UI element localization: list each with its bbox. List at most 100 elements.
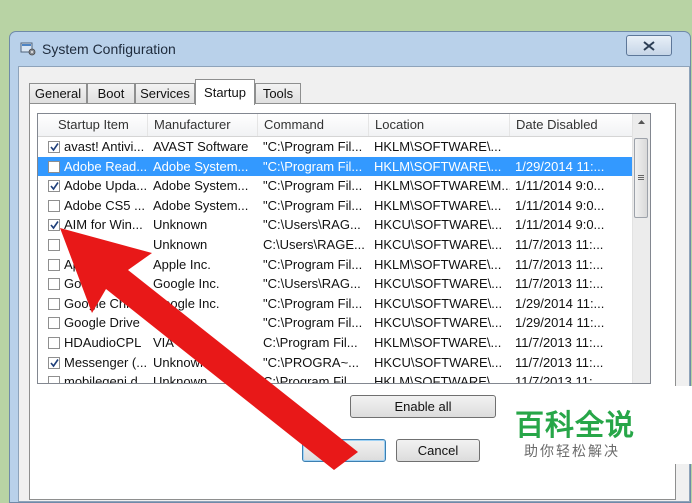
scrollbar-thumb[interactable] xyxy=(634,138,648,218)
startup-item-checkbox[interactable] xyxy=(48,160,60,173)
tab-general[interactable]: General xyxy=(29,83,87,103)
cell-command: "C:\Program Fil... xyxy=(263,315,363,331)
window-title: System Configuration xyxy=(42,41,176,57)
title-bar[interactable]: System Configuration xyxy=(10,32,690,66)
column-header-date-disabled[interactable]: Date Disabled xyxy=(510,114,633,136)
column-header-manufacturer[interactable]: Manufacturer xyxy=(148,114,258,136)
startup-item-checkbox[interactable] xyxy=(48,199,60,212)
cell-location: HKCU\SOFTWARE\... xyxy=(374,315,503,331)
table-row[interactable]: mobilegeni.d... Unknown C:\Program Fil... H… xyxy=(38,372,633,384)
cell-command: C:\Program Fil... xyxy=(263,335,358,350)
cell-command: "C:\Program Fil... xyxy=(263,178,363,194)
startup-item-checkbox[interactable] xyxy=(48,258,60,271)
cell-manufacturer: Unknown xyxy=(153,374,208,384)
cell-manufacturer: Google Inc. xyxy=(153,295,220,311)
cell-manufacturer: Google Inc. xyxy=(153,276,220,292)
tab-tools[interactable]: Tools xyxy=(255,83,301,103)
watermark-logo: 百科全说 助你轻松解决 xyxy=(497,386,692,464)
column-header-location[interactable]: Location xyxy=(369,114,510,136)
table-row[interactable]: Messenger (... Unknown "C:\PROGRA~... HKCU\… xyxy=(38,353,633,373)
checkmark-icon xyxy=(50,143,59,152)
table-row[interactable]: Adobe CS5 ... Adobe System... "C:\Program … xyxy=(38,196,633,216)
startup-item-checkbox[interactable] xyxy=(48,239,60,251)
cell-command: C:\Users\RAGE... xyxy=(263,237,365,252)
watermark-title: 百科全说 xyxy=(515,410,636,442)
column-header-startup-item[interactable]: Startup Item xyxy=(38,114,148,136)
cell-manufacturer: Unknown xyxy=(153,354,208,370)
table-row[interactable]: Adobe Read... Adobe System... "C:\Program … xyxy=(38,156,633,177)
cell-command: "C:\Users\RAG... xyxy=(263,217,361,233)
close-button[interactable] xyxy=(626,35,672,56)
cell-location: HKCU\SOFTWARE\... xyxy=(374,217,503,233)
startup-item-checkbox[interactable] xyxy=(48,337,60,349)
cell-manufacturer: Adobe System... xyxy=(153,178,249,194)
startup-item-checkbox[interactable] xyxy=(48,297,60,310)
cell-date: 11/7/2013 11:... xyxy=(515,256,604,272)
cell-date: 11/7/2013 11:... xyxy=(515,276,604,292)
cell-command: C:\Program Fil... xyxy=(263,374,358,384)
cell-location: HKLM\SOFTWARE\... xyxy=(374,335,502,350)
startup-item-checkbox[interactable] xyxy=(48,180,60,193)
cell-manufacturer: Apple Inc. xyxy=(153,256,211,272)
table-row[interactable]: Unknown C:\Users\RAGE... HKCU\SOFTWARE\...… xyxy=(38,235,633,255)
table-row[interactable]: avast! Antivi... AVAST Software "C:\Progra… xyxy=(38,137,633,157)
checkmark-icon xyxy=(50,358,59,367)
checkmark-icon xyxy=(50,221,59,230)
startup-item-checkbox[interactable] xyxy=(48,219,60,232)
cell-location: HKLM\SOFTWARE\... xyxy=(374,158,502,174)
startup-item-checkbox[interactable] xyxy=(48,141,60,153)
cell-command: "C:\Program Fil... xyxy=(263,295,363,311)
tab-services[interactable]: Services xyxy=(135,83,195,103)
cell-manufacturer: Go... xyxy=(153,315,182,331)
cell-manufacturer: Unknown xyxy=(153,217,208,233)
tab-boot[interactable]: Boot xyxy=(87,83,135,103)
startup-item-checkbox[interactable] xyxy=(48,376,60,383)
scroll-up-icon[interactable] xyxy=(633,114,650,131)
table-row[interactable]: Goo... Up... Google Inc. "C:\Users\RAG... H… xyxy=(38,274,633,294)
cell-date: 1/11/2014 9:0... xyxy=(515,217,605,233)
cell-date: 1/29/2014 11:... xyxy=(515,158,605,174)
cell-manufacturer: Adobe System... xyxy=(153,158,249,174)
tab-startup[interactable]: Startup xyxy=(195,79,255,105)
cell-command: "C:\Users\RAG... xyxy=(263,276,361,292)
table-row[interactable]: Ap...sh Apple Inc. "C:\Program Fil... HKLM\… xyxy=(38,255,633,275)
cell-date: 1/11/2014 9:0... xyxy=(515,197,605,213)
cell-manufacturer: Unknown xyxy=(153,237,208,252)
watermark-subtitle: 助你轻松解决 xyxy=(524,443,620,459)
cell-date: 11/7/2013 11:... xyxy=(515,335,604,350)
startup-item-checkbox[interactable] xyxy=(48,356,60,369)
startup-item-checkbox[interactable] xyxy=(48,278,60,291)
cell-location: HKCU\SOFTWARE\... xyxy=(374,237,503,252)
cell-location: HKLM\SOFTWARE\M... xyxy=(374,178,510,194)
background xyxy=(0,0,692,31)
table-row[interactable]: Google Drive Go... "C:\Program Fil... HKCU\… xyxy=(38,313,633,333)
startup-items-list[interactable]: Startup Item Manufacturer Command Locati… xyxy=(37,113,651,384)
table-row[interactable]: Adobe Upda... Adobe System... "C:\Program … xyxy=(38,176,633,196)
cell-command: "C:\Program Fil... xyxy=(263,158,363,174)
cell-location: HKLM\SOFTWARE\... xyxy=(374,139,502,154)
enable-all-button[interactable]: Enable all xyxy=(350,395,496,418)
table-row[interactable]: HDAudioCPL VIA C:\Program Fil... HKLM\SOFTW… xyxy=(38,333,633,353)
column-header-command[interactable]: Command xyxy=(258,114,369,136)
startup-item-checkbox[interactable] xyxy=(48,317,60,330)
table-row[interactable]: Google Chrom Google Inc. "C:\Program Fil..… xyxy=(38,294,633,314)
cell-manufacturer: VIA xyxy=(153,335,174,350)
cell-location: HKLM\SOFTWARE\... xyxy=(374,197,502,213)
cancel-button[interactable]: Cancel xyxy=(396,439,480,462)
cell-command: "C:\Program Fil... xyxy=(263,256,363,272)
cell-date: 1/11/2014 9:0... xyxy=(515,178,605,194)
cell-location: HKCU\SOFTWARE\... xyxy=(374,276,503,292)
cell-location: HKCU\SOFTWARE\... xyxy=(374,354,503,370)
cell-date: 11/7/2013 11:... xyxy=(515,374,604,384)
cell-date: 1/29/2014 11:... xyxy=(515,295,605,311)
cell-command: "C:\Program Fil... xyxy=(263,139,363,154)
ok-button[interactable] xyxy=(302,439,386,462)
cell-location: HKCU\SOFTWARE\... xyxy=(374,295,503,311)
table-row[interactable]: AIM for Win... Unknown "C:\Users\RAG... HKC… xyxy=(38,215,633,235)
cell-date xyxy=(510,137,633,157)
vertical-scrollbar[interactable] xyxy=(632,114,650,383)
cell-location: HKLM\SOFTWARE\... xyxy=(374,374,502,384)
cell-date: 11/7/2013 11:... xyxy=(515,354,604,370)
cell-location: HKLM\SOFTWARE\... xyxy=(374,256,502,272)
list-header: Startup Item Manufacturer Command Locati… xyxy=(38,114,633,137)
